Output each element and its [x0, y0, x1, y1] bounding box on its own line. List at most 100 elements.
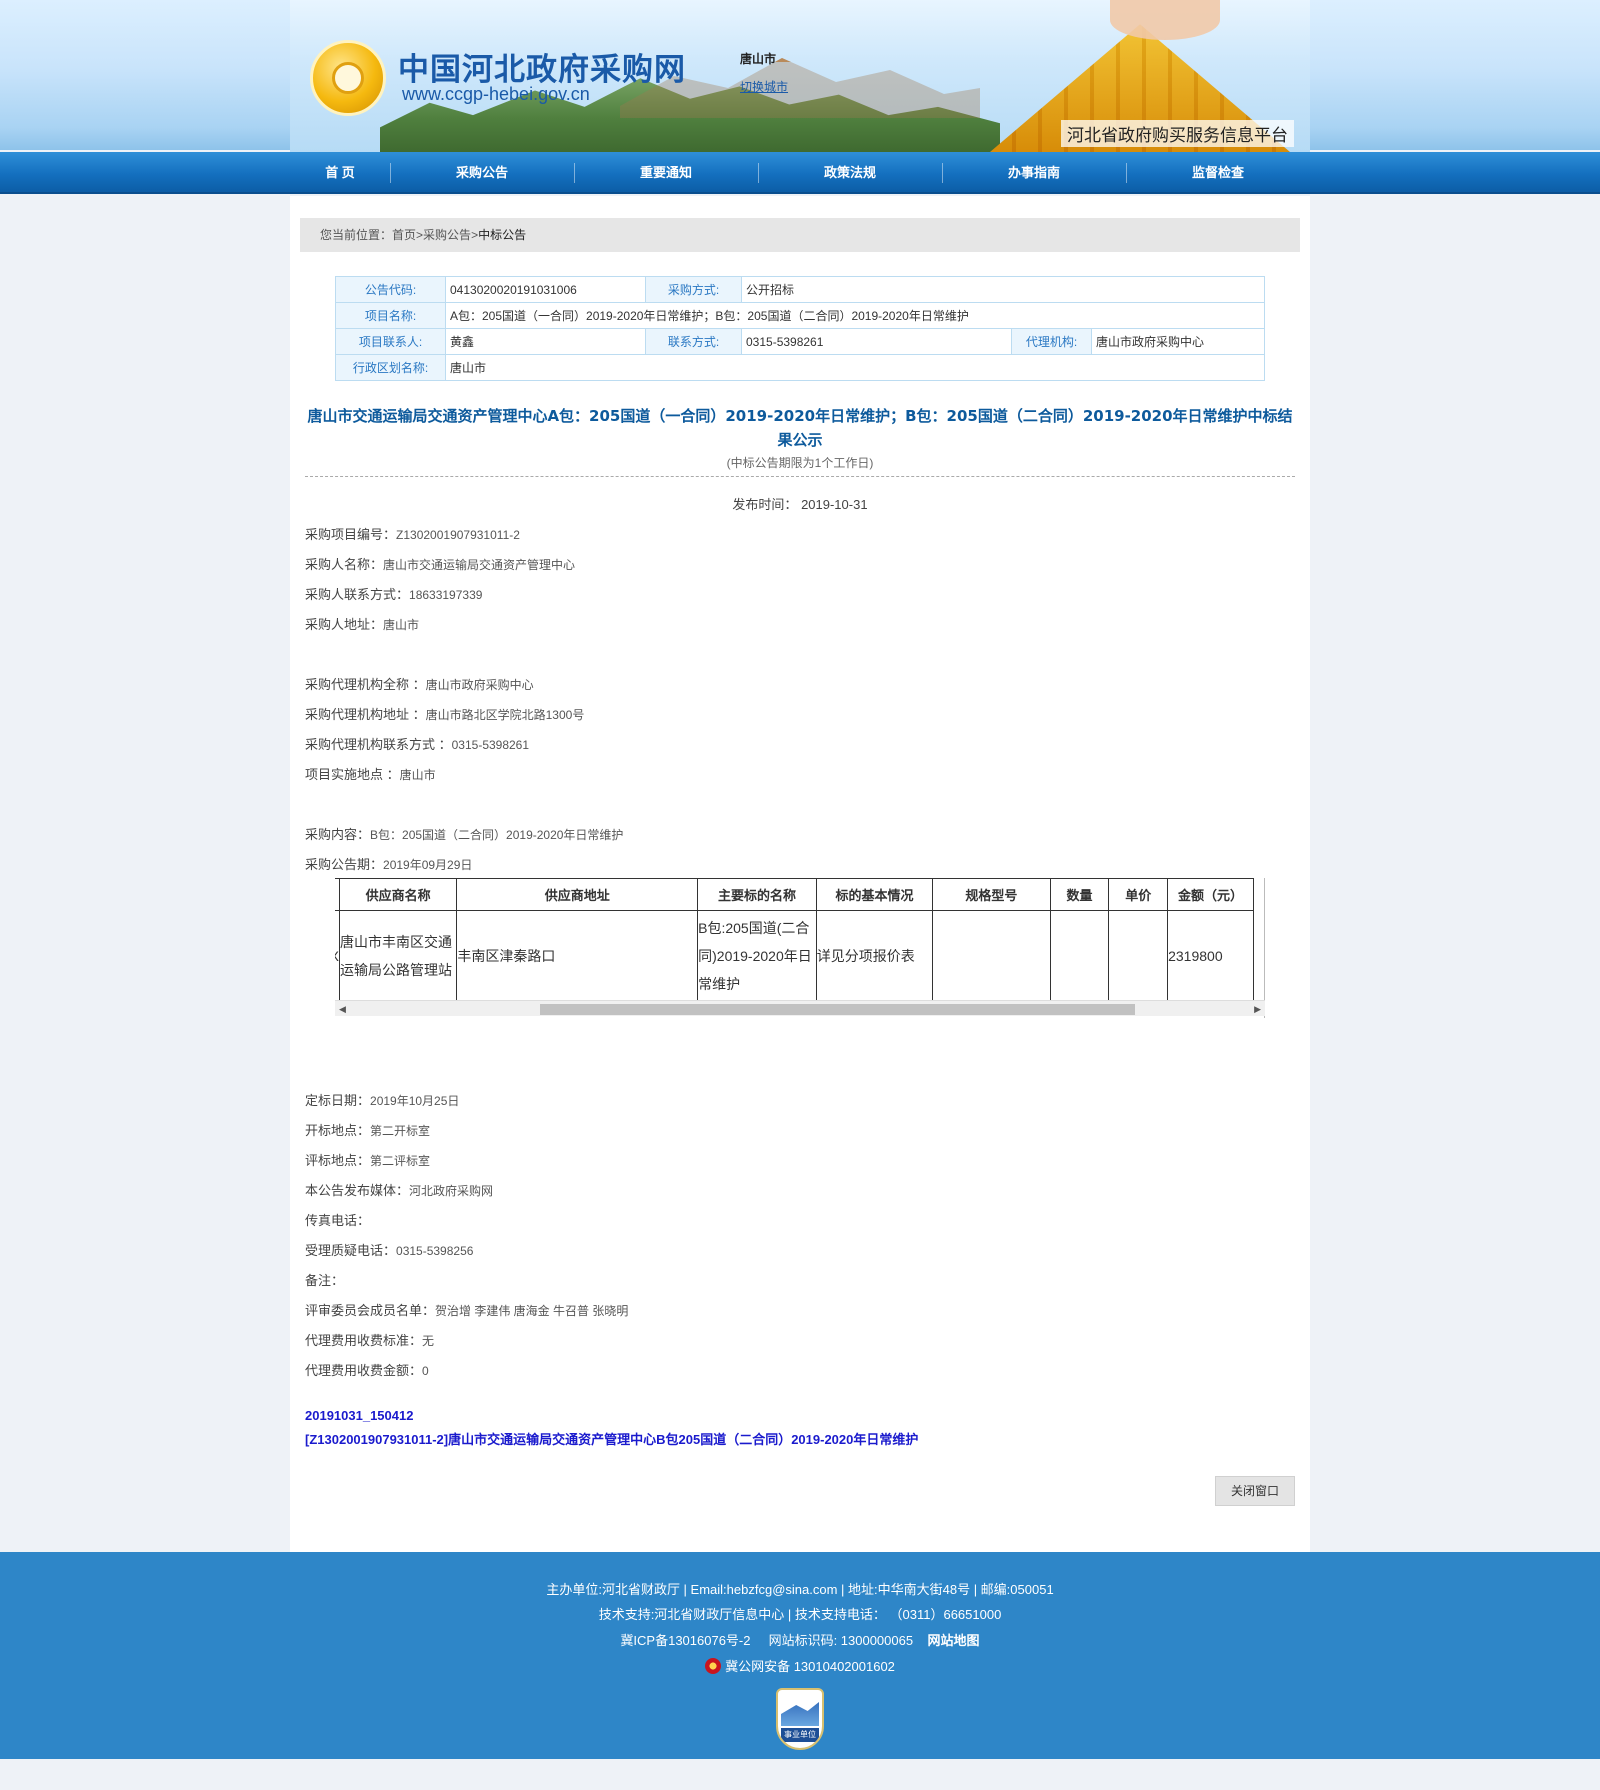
col-address: 供应商地址	[456, 878, 699, 911]
site-logo-icon[interactable]	[310, 40, 386, 116]
col-basic: 标的基本情况	[815, 878, 934, 911]
cell-qty	[1049, 910, 1110, 1001]
field-media: 本公告发布媒体：河北政府采购网	[305, 1183, 494, 1198]
agency-label: 代理机构:	[1011, 328, 1092, 355]
cell-item: B包:205国道(二合同)2019-2020年日常维护	[697, 910, 817, 1001]
field-opening-place: 开标地点：第二开标室	[305, 1123, 431, 1138]
bid-result-table: 供应商名称 供应商地址 主要标的名称 标的基本情况 规格型号 数量 单价 金额（…	[335, 878, 1254, 1001]
nav-important-notice[interactable]: 重要通知	[574, 152, 758, 194]
scrollbar-thumb[interactable]	[540, 1004, 1135, 1015]
hand-image	[1110, 0, 1220, 40]
nav-home[interactable]: 首 页	[290, 152, 390, 194]
publish-time: 发布时间： 2019-10-31	[290, 494, 1310, 513]
site-id: 网站标识码: 1300000065	[768, 1633, 914, 1648]
site-header: 中国河北政府采购网 www.ccgp-hebei.gov.cn 唐山市 切换城市…	[0, 0, 1600, 152]
notice-info-table: 公告代码: 0413020020191031006 采购方式: 公开招标 项目名…	[335, 276, 1265, 381]
breadcrumb-prefix: 您当前位置：	[320, 228, 393, 242]
phone-label: 联系方式:	[645, 328, 742, 355]
cell-price	[1108, 910, 1169, 1001]
method-label: 采购方式:	[645, 276, 742, 303]
badge-label: 事业单位	[781, 1728, 819, 1742]
header-banner: 中国河北政府采购网 www.ccgp-hebei.gov.cn 唐山市 切换城市…	[290, 0, 1310, 152]
project-value: A包：205国道（一合同）2019-2020年日常维护；B包：205国道（二合同…	[445, 302, 1265, 329]
breadcrumb-current: 中标公告	[478, 228, 527, 242]
code-label: 公告代码:	[335, 276, 446, 303]
field-fax: 传真电话：	[305, 1213, 371, 1228]
divider	[305, 476, 1295, 477]
attachment-link[interactable]: [Z1302001907931011-2]唐山市交通运输局交通资产管理中心B包2…	[305, 1428, 918, 1452]
method-value: 公开招标	[741, 276, 1265, 303]
nav-supervision[interactable]: 监督检查	[1126, 152, 1310, 194]
current-city: 唐山市	[740, 52, 777, 66]
cell-basic: 详见分项报价表	[815, 910, 934, 1001]
phone-value: 0315-5398261	[741, 328, 1012, 355]
footer-line-1: 主办单位:河北省财政厅 | Email:hebzfcg@sina.com | 地…	[546, 1582, 1054, 1597]
field-purchaser-address: 采购人地址：唐山市	[305, 617, 420, 632]
col-price: 单价	[1108, 878, 1169, 911]
nav-policy[interactable]: 政策法规	[758, 152, 942, 194]
cell-address: 丰南区津秦路口	[456, 910, 699, 1001]
notice-period: (中标公告期限为1个工作日)	[726, 456, 874, 470]
field-complaint-phone: 受理质疑电话：0315-5398256	[305, 1243, 474, 1258]
field-fee-standard: 代理费用收费标准：无	[305, 1333, 435, 1348]
notice-title: 唐山市交通运输局交通资产管理中心A包：205国道（一合同）2019-2020年日…	[307, 407, 1293, 449]
police-badge-icon	[705, 1658, 722, 1674]
field-purchaser-name: 采购人名称：唐山市交通运输局交通资产管理中心	[305, 557, 576, 572]
field-committee: 评审委员会成员名单：贺治增 李建伟 唐海金 牛召普 张晓明	[305, 1303, 629, 1318]
cell-amount: 2319800	[1167, 910, 1254, 1001]
main-content: 您当前位置：首页>采购公告>中标公告 公告代码: 041302002019103…	[290, 196, 1310, 1552]
scroll-right-icon[interactable]: ▶	[1254, 1004, 1261, 1015]
breadcrumb-home-link[interactable]: 首页	[392, 228, 416, 242]
field-notice-period: 采购公告期：2019年09月29日	[305, 857, 473, 872]
col-qty: 数量	[1049, 878, 1110, 911]
footer-line-2: 技术支持:河北省财政厅信息中心 | 技术支持电话： （0311）66651000	[598, 1607, 1002, 1622]
nav-guide[interactable]: 办事指南	[942, 152, 1126, 194]
breadcrumb-separator: >	[416, 228, 424, 242]
field-agency-phone: 采购代理机构联系方式 ：0315-5398261	[305, 737, 530, 752]
contact-label: 项目联系人:	[335, 328, 446, 355]
site-footer: 主办单位:河北省财政厅 | Email:hebzfcg@sina.com | 地…	[0, 1552, 1600, 1759]
region-label: 行政区划名称:	[335, 354, 446, 381]
agency-value: 唐山市政府采购中心	[1091, 328, 1265, 355]
breadcrumb-procurement-link[interactable]: 采购公告	[423, 228, 471, 242]
cell-supplier: 唐山市丰南区交通运输局公路管理站	[338, 910, 458, 1001]
table-row: X 唐山市丰南区交通运输局公路管理站 丰南区津秦路口 B包:205国道(二合同)…	[335, 910, 1254, 1001]
scroll-left-icon[interactable]: ◀	[339, 1004, 346, 1015]
field-fee-amount: 代理费用收费金额：0	[305, 1363, 429, 1378]
police-record-link[interactable]: 冀公网安备 13010402001602	[725, 1659, 895, 1674]
field-agency-name: 采购代理机构全称 ：唐山市政府采购中心	[305, 677, 534, 692]
cell-spec	[932, 910, 1051, 1001]
code-value: 0413020020191031006	[445, 276, 646, 303]
field-award-date: 定标日期：2019年10月25日	[305, 1093, 460, 1108]
contact-value: 黄鑫	[445, 328, 646, 355]
field-remark: 备注：	[305, 1273, 345, 1288]
nav-procurement-notice[interactable]: 采购公告	[390, 152, 574, 194]
field-agency-address: 采购代理机构地址 ：唐山市路北区学院北路1300号	[305, 707, 585, 722]
public-institution-badge-icon[interactable]: 事业单位	[776, 1688, 824, 1750]
site-name: 中国河北政府采购网	[398, 52, 686, 88]
horizontal-scrollbar[interactable]: ◀ ▶	[335, 1000, 1265, 1016]
attachment-link[interactable]: 20191031_150412	[305, 1404, 918, 1428]
icp-link[interactable]: 冀ICP备13016076号-2	[620, 1633, 750, 1648]
footer-line-4: 冀公网安备 13010402001602	[0, 1656, 1600, 1675]
field-project-location: 项目实施地点 ：唐山市	[305, 767, 436, 782]
publish-label: 发布时间：	[732, 497, 798, 512]
publish-date: 2019-10-31	[801, 497, 868, 512]
col-spec: 规格型号	[932, 878, 1051, 911]
region-value: 唐山市	[445, 354, 1265, 381]
main-nav: 首 页 采购公告 重要通知 政策法规 办事指南 监督检查	[0, 152, 1600, 194]
switch-city-link[interactable]: 切换城市	[740, 78, 788, 95]
field-purchaser-phone: 采购人联系方式：18633197339	[305, 587, 483, 602]
bid-result-table-scroll[interactable]: 供应商名称 供应商地址 主要标的名称 标的基本情况 规格型号 数量 单价 金额（…	[335, 878, 1265, 1018]
breadcrumb: 您当前位置：首页>采购公告>中标公告	[300, 218, 1300, 252]
field-evaluation-place: 评标地点：第二评标室	[305, 1153, 431, 1168]
field-project-number: 采购项目编号：Z1302001907931011-2	[305, 527, 520, 542]
site-url: www.ccgp-hebei.gov.cn	[402, 84, 590, 104]
close-window-button[interactable]: 关闭窗口	[1215, 1476, 1295, 1506]
col-supplier: 供应商名称	[338, 878, 458, 911]
footer-line-3: 冀ICP备13016076号-2 网站标识码: 1300000065 网站地图	[0, 1630, 1600, 1649]
col-amount: 金额（元）	[1167, 878, 1254, 911]
sitemap-link[interactable]: 网站地图	[928, 1633, 980, 1648]
field-content: 采购内容：B包：205国道（二合同）2019-2020年日常维护	[305, 827, 624, 842]
col-item: 主要标的名称	[697, 878, 817, 911]
